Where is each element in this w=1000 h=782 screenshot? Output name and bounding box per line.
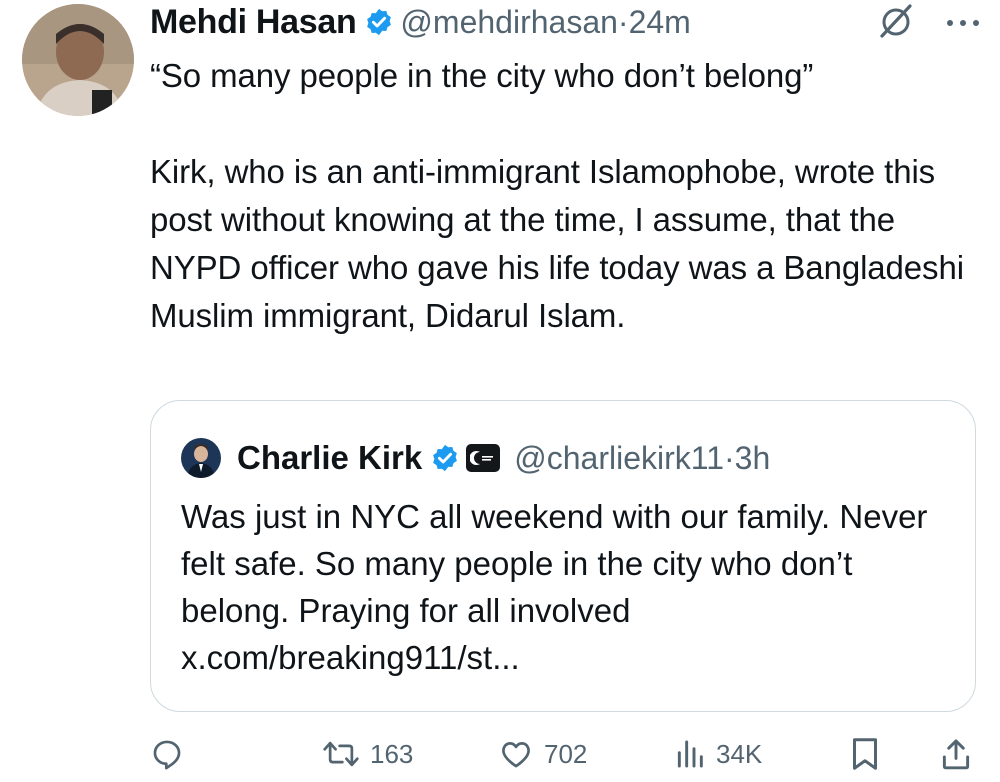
repost-count: 163: [370, 738, 414, 769]
quoted-author-avatar[interactable]: [181, 438, 221, 478]
quoted-tweet-header: Charlie Kirk @charliekirk11 · 3h: [181, 437, 770, 479]
author-name[interactable]: Mehdi Hasan: [150, 3, 357, 42]
quoted-tweet-card[interactable]: Charlie Kirk @charliekirk11 · 3h Was jus…: [150, 400, 976, 712]
like-button[interactable]: 702: [498, 726, 587, 782]
view-count: 34K: [716, 738, 763, 769]
meta-separator: ·: [617, 3, 629, 40]
author-avatar[interactable]: [22, 4, 134, 116]
more-options-icon[interactable]: [946, 16, 980, 34]
repost-icon: [322, 737, 360, 771]
share-icon: [940, 736, 972, 772]
author-handle[interactable]: @mehdirhasan: [400, 4, 617, 41]
quoted-author-name[interactable]: Charlie Kirk: [237, 439, 422, 477]
views-icon: [674, 737, 706, 771]
like-count: 702: [544, 738, 588, 769]
reply-button[interactable]: [150, 726, 184, 782]
tweet-header: Mehdi Hasan @mehdirhasan · 24m: [150, 0, 980, 44]
quoted-meta-separator: ·: [723, 439, 735, 476]
reply-icon: [150, 737, 184, 771]
tweet-text: “So many people in the city who don’t be…: [150, 57, 964, 334]
quoted-post-time[interactable]: 3h: [735, 440, 771, 477]
repost-button[interactable]: 163: [322, 726, 413, 782]
views-button[interactable]: 34K: [674, 726, 762, 782]
post-time[interactable]: 24m: [629, 4, 691, 41]
verified-badge-icon[interactable]: [430, 443, 460, 473]
affiliate-badge-icon[interactable]: [466, 444, 501, 472]
bookmark-icon: [850, 736, 880, 772]
bookmark-button[interactable]: [850, 726, 880, 782]
quoted-author-handle[interactable]: @charliekirk11: [514, 440, 724, 477]
verified-badge-icon[interactable]: [364, 7, 394, 37]
grok-icon[interactable]: [876, 2, 916, 47]
like-icon: [498, 737, 534, 771]
action-bar: 163 702 34K: [150, 726, 978, 782]
share-button[interactable]: [940, 726, 972, 782]
quoted-tweet-text: Was just in NYC all weekend with our fam…: [181, 498, 928, 676]
header-actions: [876, 2, 980, 47]
